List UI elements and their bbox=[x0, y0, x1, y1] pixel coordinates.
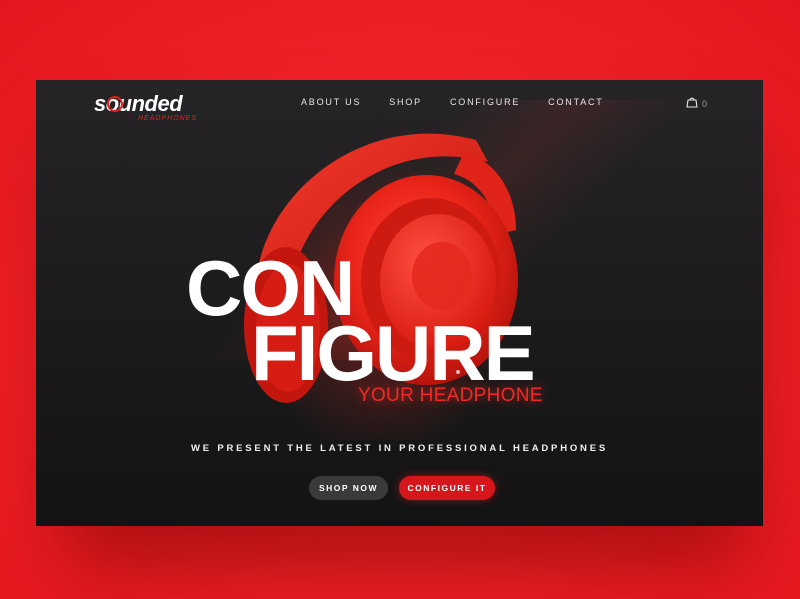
shop-now-button[interactable]: SHOP NOW bbox=[309, 476, 388, 500]
logo-ring-icon bbox=[107, 96, 123, 112]
headline-line-2: FIGURE bbox=[251, 309, 536, 397]
subheadline: YOUR HEADPHONE bbox=[358, 385, 543, 406]
cart-button[interactable]: 0 bbox=[686, 95, 707, 113]
configure-it-button[interactable]: CONFIGURE IT bbox=[399, 476, 495, 500]
landing-page: sounded HEADPHONES ABOUT US SHOP CONFIGU… bbox=[36, 80, 763, 526]
nav-contact[interactable]: CONTACT bbox=[548, 97, 603, 107]
brand-subtitle: HEADPHONES bbox=[138, 115, 198, 122]
brand-logo[interactable]: sounded HEADPHONES bbox=[94, 92, 198, 123]
shopping-bag-icon bbox=[686, 95, 698, 113]
cart-count: 0 bbox=[702, 99, 708, 109]
tagline: WE PRESENT THE LATEST IN PROFESSIONAL HE… bbox=[191, 443, 608, 454]
